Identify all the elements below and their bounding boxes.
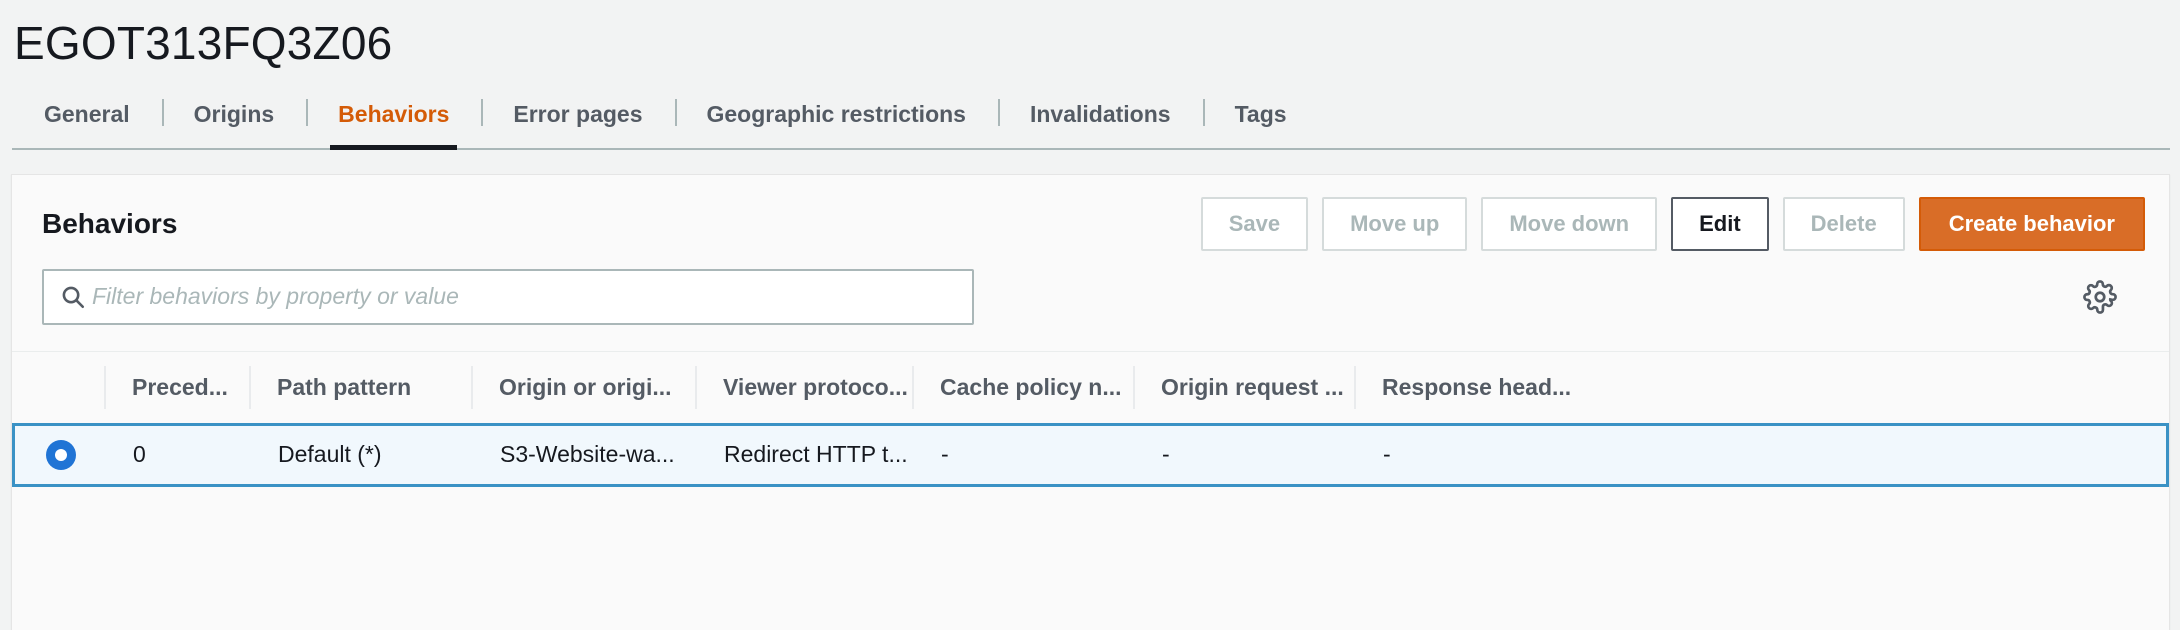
- table-header-select: [12, 352, 104, 423]
- table-header-viewer-protocol[interactable]: Viewer protoco...: [695, 352, 912, 423]
- tab-label: Invalidations: [1029, 101, 1171, 128]
- table-header-path-pattern[interactable]: Path pattern: [249, 352, 471, 423]
- cell-precedence: 0: [133, 441, 146, 468]
- cell-origin: S3-Website-wa...: [500, 441, 675, 468]
- panel-title: Behaviors: [42, 207, 178, 239]
- page-title: EGOT313FQ3Z06: [14, 17, 393, 69]
- move-down-button[interactable]: Move down: [1481, 197, 1658, 251]
- tab-bar: General Origins Behaviors Error pages Ge…: [0, 93, 2180, 151]
- create-behavior-button[interactable]: Create behavior: [1918, 197, 2145, 251]
- delete-button[interactable]: Delete: [1782, 197, 1905, 251]
- tab-origins[interactable]: Origins: [161, 93, 307, 150]
- cell-origin-request: -: [1162, 441, 1170, 468]
- column-label: Path pattern: [277, 373, 412, 400]
- tab-label: Error pages: [513, 101, 643, 128]
- table-header-origin[interactable]: Origin or origi...: [471, 352, 695, 423]
- search-input[interactable]: [92, 283, 972, 311]
- table-header-cache-policy[interactable]: Cache policy n...: [912, 352, 1133, 423]
- table-header-response-headers[interactable]: Response head...: [1354, 352, 2169, 423]
- table-header-origin-request[interactable]: Origin request ...: [1133, 352, 1354, 423]
- filter-row: [12, 251, 2169, 351]
- cell-path-pattern: Default (*): [278, 441, 382, 468]
- gear-icon[interactable]: [2083, 279, 2117, 314]
- tab-label: Origins: [193, 101, 275, 128]
- tab-invalidations[interactable]: Invalidations: [997, 93, 1203, 150]
- tab-label: Behaviors: [338, 101, 450, 128]
- column-label: Origin request ...: [1161, 373, 1344, 400]
- cell-response-headers: -: [1383, 441, 1391, 468]
- behaviors-panel: Behaviors Save Move up Move down Edit De…: [11, 174, 2170, 630]
- table-row[interactable]: 0 Default (*) S3-Website-wa... Redirect …: [12, 422, 2169, 487]
- table-header-precedence[interactable]: Preced...: [104, 352, 249, 423]
- tab-label: Geographic restrictions: [706, 101, 966, 128]
- table-header-row: Preced... Path pattern Origin or origi..…: [12, 350, 2169, 423]
- page-root: EGOT313FQ3Z06 General Origins Behaviors …: [0, 0, 2180, 630]
- panel-actions: Save Move up Move down Edit Delete Creat…: [1200, 197, 2145, 251]
- row-radio-button[interactable]: [46, 439, 76, 470]
- column-label: Preced...: [132, 373, 228, 400]
- row-select-cell: [15, 439, 107, 470]
- search-icon: [60, 284, 86, 310]
- tab-label: Tags: [1234, 101, 1287, 128]
- edit-button[interactable]: Edit: [1671, 197, 1769, 251]
- save-button[interactable]: Save: [1200, 197, 1309, 251]
- column-label: Cache policy n...: [940, 373, 1122, 400]
- panel-header: Behaviors Save Move up Move down Edit De…: [12, 175, 2169, 251]
- cell-viewer-protocol: Redirect HTTP t...: [724, 441, 908, 468]
- column-label: Viewer protoco...: [723, 373, 908, 400]
- tab-general[interactable]: General: [12, 93, 162, 150]
- tab-label: General: [44, 101, 130, 128]
- column-label: Response head...: [1382, 373, 1572, 400]
- behaviors-table: Preced... Path pattern Origin or origi..…: [12, 350, 2169, 487]
- tab-tags[interactable]: Tags: [1202, 93, 1319, 150]
- move-up-button[interactable]: Move up: [1322, 197, 1468, 251]
- tab-error-pages[interactable]: Error pages: [481, 93, 674, 150]
- tab-geographic-restrictions[interactable]: Geographic restrictions: [674, 93, 998, 150]
- search-box[interactable]: [42, 268, 974, 325]
- cell-cache-policy: -: [941, 441, 949, 468]
- column-label: Origin or origi...: [499, 373, 672, 400]
- tab-behaviors[interactable]: Behaviors: [306, 93, 481, 151]
